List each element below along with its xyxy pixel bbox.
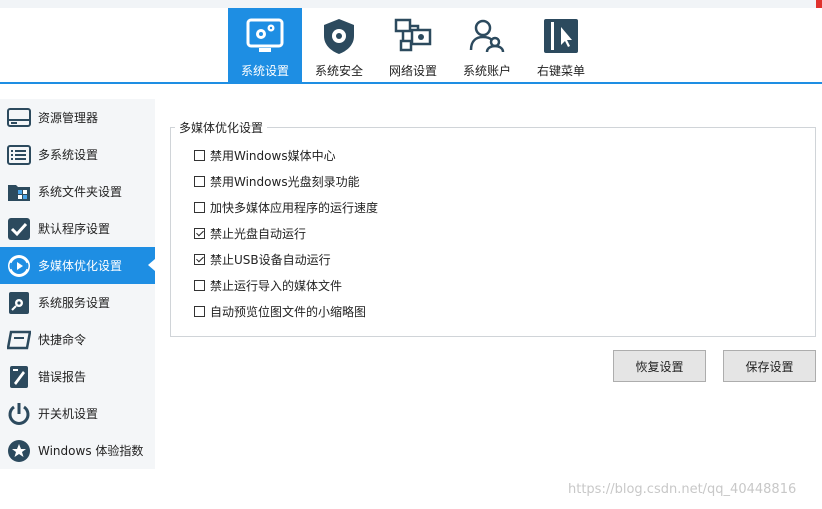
sidebar-item-label: Windows 体验指数 bbox=[38, 444, 144, 458]
tab-label: 系统设置 bbox=[240, 64, 289, 78]
option-speed-up-multimedia[interactable]: 加快多媒体应用程序的运行速度 bbox=[194, 198, 378, 216]
option-label: 自动预览位图文件的小缩略图 bbox=[210, 304, 367, 319]
power-icon bbox=[6, 401, 32, 427]
context-menu-icon bbox=[539, 14, 583, 58]
sidebar-item-label: 系统服务设置 bbox=[38, 296, 111, 310]
sidebar-item-label: 系统文件夹设置 bbox=[38, 185, 123, 199]
sidebar-item-label: 快捷命令 bbox=[38, 333, 87, 347]
restore-button[interactable]: 恢复设置 bbox=[613, 350, 706, 382]
option-disable-imported-media[interactable]: 禁止运行导入的媒体文件 bbox=[194, 276, 342, 294]
option-disable-disc-autorun[interactable]: 禁止光盘自动运行 bbox=[194, 224, 306, 242]
toolbar-divider bbox=[0, 82, 822, 84]
option-disable-disc-burning[interactable]: 禁用Windows光盘刻录功能 bbox=[194, 172, 360, 190]
multimedia-icon bbox=[6, 253, 32, 279]
checkbox[interactable] bbox=[194, 305, 205, 317]
tab-system-security[interactable]: 系统安全 bbox=[302, 8, 376, 82]
gear-screen-icon bbox=[243, 14, 287, 58]
service-icon bbox=[6, 290, 32, 316]
option-label: 加快多媒体应用程序的运行速度 bbox=[210, 200, 379, 215]
option-bitmap-thumbnail[interactable]: 自动预览位图文件的小缩略图 bbox=[194, 302, 366, 320]
checkbox[interactable] bbox=[194, 201, 205, 213]
checkbox[interactable] bbox=[194, 253, 205, 265]
group-title: 多媒体优化设置 bbox=[175, 119, 268, 136]
sidebar-item-label: 错误报告 bbox=[38, 370, 87, 384]
checkbox[interactable] bbox=[194, 175, 205, 187]
option-label: 禁用Windows媒体中心 bbox=[210, 148, 336, 163]
network-icon bbox=[391, 14, 435, 58]
checkbox[interactable] bbox=[194, 227, 205, 239]
save-button[interactable]: 保存设置 bbox=[723, 350, 816, 382]
active-caret bbox=[148, 259, 155, 271]
default-program-icon bbox=[6, 216, 32, 242]
tab-label: 系统安全 bbox=[314, 64, 363, 78]
sidebar-item-explorer[interactable]: 资源管理器 bbox=[0, 99, 155, 136]
tab-system-settings[interactable]: 系统设置 bbox=[228, 8, 302, 82]
sidebar-item-multi-system[interactable]: 多系统设置 bbox=[0, 136, 155, 173]
star-icon bbox=[6, 438, 32, 464]
option-disable-media-center[interactable]: 禁用Windows媒体中心 bbox=[194, 146, 336, 164]
tab-network-settings[interactable]: 网络设置 bbox=[376, 8, 450, 82]
command-icon bbox=[6, 327, 32, 353]
watermark: https://blog.csdn.net/qq_40448816 bbox=[568, 482, 797, 497]
sidebar-item-default-program[interactable]: 默认程序设置 bbox=[0, 210, 155, 247]
tab-label: 右键菜单 bbox=[536, 64, 585, 78]
sidebar-item-multimedia[interactable]: 多媒体优化设置 bbox=[0, 247, 155, 284]
sidebar: 资源管理器 多系统设置 系统文件夹设置 默认程序设置 多媒体优化设置 系统服务设… bbox=[0, 99, 155, 469]
sidebar-item-label: 开关机设置 bbox=[38, 407, 99, 421]
title-strip bbox=[0, 0, 822, 8]
explorer-icon bbox=[6, 105, 32, 131]
tab-context-menu[interactable]: 右键菜单 bbox=[524, 8, 598, 82]
error-report-icon bbox=[6, 364, 32, 390]
sidebar-item-label: 默认程序设置 bbox=[38, 222, 111, 236]
tab-system-accounts[interactable]: 系统账户 bbox=[450, 8, 524, 82]
sidebar-item-label: 资源管理器 bbox=[38, 111, 99, 125]
sidebar-item-label: 多媒体优化设置 bbox=[38, 259, 123, 273]
shield-gear-icon bbox=[317, 14, 361, 58]
option-label: 禁止光盘自动运行 bbox=[210, 226, 307, 241]
sidebar-item-windows-experience[interactable]: Windows 体验指数 bbox=[0, 432, 155, 469]
sidebar-item-quick-command[interactable]: 快捷命令 bbox=[0, 321, 155, 358]
windows-folder-icon bbox=[6, 179, 32, 205]
sidebar-item-system-folder[interactable]: 系统文件夹设置 bbox=[0, 173, 155, 210]
multi-system-icon bbox=[6, 142, 32, 168]
tab-label: 网络设置 bbox=[388, 64, 437, 78]
option-label: 禁用Windows光盘刻录功能 bbox=[210, 174, 360, 189]
top-toolbar: 系统设置 系统安全 网络设置 系统账户 右键菜单 bbox=[0, 8, 822, 82]
tab-label: 系统账户 bbox=[462, 64, 511, 78]
sidebar-item-error-report[interactable]: 错误报告 bbox=[0, 358, 155, 395]
option-label: 禁止USB设备自动运行 bbox=[210, 252, 331, 267]
option-disable-usb-autorun[interactable]: 禁止USB设备自动运行 bbox=[194, 250, 331, 268]
checkbox[interactable] bbox=[194, 279, 205, 291]
checkbox[interactable] bbox=[194, 149, 205, 161]
sidebar-item-label: 多系统设置 bbox=[38, 148, 99, 162]
close-accent[interactable] bbox=[816, 0, 822, 8]
option-label: 禁止运行导入的媒体文件 bbox=[210, 278, 343, 293]
sidebar-item-service[interactable]: 系统服务设置 bbox=[0, 284, 155, 321]
users-icon bbox=[465, 14, 509, 58]
sidebar-item-power[interactable]: 开关机设置 bbox=[0, 395, 155, 432]
